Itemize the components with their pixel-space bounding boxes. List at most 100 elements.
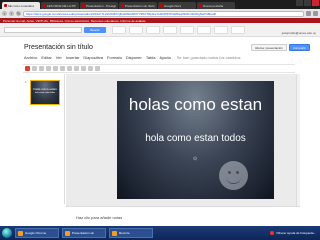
- tab-favicon-icon: [82, 4, 85, 7]
- taskbar-item[interactable]: Recorte: [109, 228, 153, 238]
- wrench-menu-icon[interactable]: [313, 11, 318, 16]
- app-shortcut-icon[interactable]: [180, 25, 194, 34]
- app-shortcut-icon[interactable]: [112, 25, 126, 34]
- browser-tab[interactable]: Presentacion - Presigna: [80, 2, 118, 9]
- tab-label: LES NIICE DE LA PP: [47, 3, 76, 8]
- back-arrow-icon[interactable]: ‹: [2, 11, 7, 16]
- google-search-button[interactable]: Buscar: [84, 26, 106, 33]
- app-shortcut-icon[interactable]: [197, 25, 211, 34]
- right-eye: [236, 171, 239, 174]
- app-shortcut-icon[interactable]: [214, 25, 228, 34]
- close-window-button[interactable]: [312, 0, 319, 6]
- forward-arrow-icon[interactable]: ›: [9, 11, 14, 16]
- app-icon: [18, 230, 23, 236]
- text-box-icon[interactable]: [74, 66, 79, 71]
- vertical-scrollbar[interactable]: [296, 74, 300, 206]
- app-icon: [112, 230, 117, 236]
- google-bar: Buscar juanprubio@umes.edu.uy: [0, 23, 320, 37]
- menu-format[interactable]: Formato: [107, 55, 122, 60]
- app-icon: [65, 230, 70, 236]
- menu-slide[interactable]: Diapositiva: [83, 55, 103, 60]
- taskbar-item-label: Presentación sin: [72, 231, 95, 235]
- menu-arrange[interactable]: Disponer: [126, 55, 142, 60]
- select-icon[interactable]: [67, 66, 72, 71]
- slide-thumbnail[interactable]: holas como estan hola como estan todos: [30, 80, 60, 105]
- share-button[interactable]: Compartir: [288, 44, 310, 51]
- app-shortcut-icon[interactable]: [146, 25, 160, 34]
- tab-favicon-icon: [199, 4, 202, 7]
- tab-label: Nueva pestaña: [203, 3, 224, 8]
- shape-icon[interactable]: [88, 66, 93, 71]
- current-slide[interactable]: holas como estan hola como estan todos ⊙: [117, 81, 274, 199]
- window-controls: [295, 0, 319, 8]
- star-bookmark-icon[interactable]: [306, 11, 311, 16]
- paint-format-icon[interactable]: [53, 66, 58, 71]
- notes-placeholder: Haz clic para añadir notas: [76, 215, 123, 220]
- alert-icon: [270, 231, 275, 235]
- start-button[interactable]: [2, 228, 12, 238]
- mouth: [226, 177, 241, 184]
- line-icon[interactable]: [95, 66, 100, 71]
- smiley-face-icon[interactable]: [219, 161, 248, 190]
- taskbar-item[interactable]: Google Chrome: [15, 228, 59, 238]
- tab-favicon-icon: [121, 4, 124, 7]
- slide-title[interactable]: holas como estan: [117, 95, 274, 115]
- browser-tab-bar: Mis Ccer conenidos LES NIICE DE LA PP Pr…: [0, 0, 320, 9]
- app-shortcut-icon[interactable]: [163, 25, 177, 34]
- tab-label: Mis Ccer conenidos: [8, 3, 35, 8]
- google-search-input[interactable]: [4, 26, 82, 33]
- browser-tab[interactable]: LES NIICE DE LA PP: [41, 2, 79, 9]
- menu-file[interactable]: Archivo: [24, 55, 37, 60]
- share-area: Idioma: presentación Compartir: [250, 44, 310, 51]
- taskbar-item[interactable]: Presentación sin: [62, 228, 106, 238]
- taskbar-item-label: Google Chrome: [25, 231, 47, 235]
- tab-label: Presentacion - Presigna: [86, 3, 116, 8]
- thumbnail-title: holas como estan: [33, 87, 57, 91]
- slide-number: 1: [25, 80, 27, 84]
- tab-favicon-icon: [43, 4, 46, 7]
- image-icon[interactable]: [81, 66, 86, 71]
- tab-favicon-icon: [160, 4, 163, 7]
- menu-help[interactable]: Ayuda: [159, 55, 170, 60]
- minimize-button[interactable]: [296, 0, 303, 6]
- star-icon[interactable]: ☆: [81, 44, 86, 51]
- slide-filmstrip: 1 holas como estan hola como estan todos: [23, 74, 65, 204]
- menu-view[interactable]: Ver: [56, 55, 62, 60]
- address-bar[interactable]: https://docs.google.com/a/umes.edu/prese…: [23, 10, 304, 17]
- menu-insert[interactable]: Insertar: [66, 55, 80, 60]
- tab-label: Google Docs: [164, 3, 182, 8]
- save-status: Se han guardado todos los cambios: [176, 55, 241, 60]
- browser-tab[interactable]: Mis Ccer conenidos: [2, 2, 40, 9]
- browser-tab[interactable]: Google Docs: [158, 2, 196, 9]
- app-shortcut-icon[interactable]: [231, 25, 245, 34]
- presentation-settings-button[interactable]: Idioma: presentación: [250, 44, 287, 51]
- reload-icon[interactable]: ↻: [16, 11, 21, 16]
- user-account[interactable]: juanprubio@umes.edu.uy: [282, 31, 316, 35]
- maximize-button[interactable]: [304, 0, 311, 6]
- tray-text: Ofrecer ayuda de búsqueda...: [276, 231, 316, 235]
- slide-subtitle[interactable]: hola como estan todos: [117, 133, 274, 144]
- browser-tab[interactable]: Nueva pestaña: [197, 2, 235, 9]
- redo-icon[interactable]: [46, 66, 51, 71]
- left-eye: [228, 171, 231, 174]
- system-tray[interactable]: Ofrecer ayuda de búsqueda...: [270, 231, 320, 235]
- speaker-notes[interactable]: Haz clic para añadir notas: [66, 206, 300, 220]
- app-shortcut-icon[interactable]: [129, 25, 143, 34]
- browser-tab[interactable]: Presentación sin título: [119, 2, 157, 9]
- taskbar-item-label: Recorte: [119, 231, 130, 235]
- browser-nav-bar: ‹ › ↻ https://docs.google.com/a/umes.edu…: [0, 9, 320, 18]
- tab-favicon-icon: [4, 4, 7, 7]
- cursor-icon: ⊙: [193, 156, 198, 162]
- menu-edit[interactable]: Editar: [41, 55, 51, 60]
- windows-taskbar: Google Chrome Presentación sin Recorte O…: [0, 226, 320, 240]
- dropdown-icon[interactable]: [32, 66, 37, 71]
- google-apps-row: [112, 25, 245, 34]
- editor-toolbar: [23, 64, 295, 73]
- menu-bar: Archivo Editar Ver Insertar Diapositiva …: [24, 55, 241, 60]
- thumbnail-subtitle: hola como estan todos: [34, 92, 56, 94]
- tab-label: Presentación sin título: [125, 3, 155, 8]
- undo-icon[interactable]: [39, 66, 44, 71]
- new-slide-icon[interactable]: [25, 66, 30, 71]
- zoom-icon[interactable]: [60, 66, 65, 71]
- menu-table[interactable]: Tabla: [146, 55, 156, 60]
